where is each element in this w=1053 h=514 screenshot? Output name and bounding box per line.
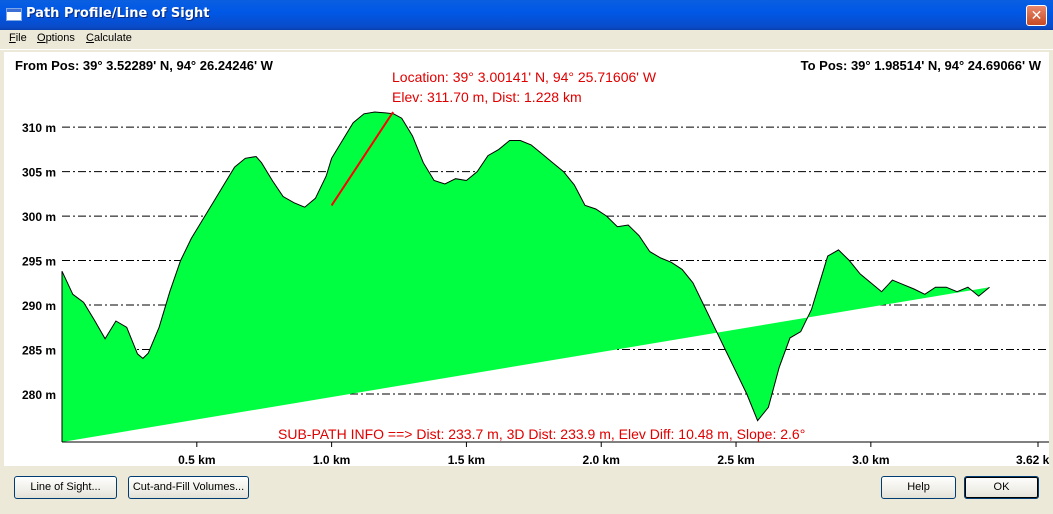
ok-button[interactable]: OK xyxy=(964,476,1039,499)
line-of-sight-button[interactable]: Line of Sight... xyxy=(14,476,117,499)
y-tick-label: 280 m xyxy=(22,388,56,402)
close-button[interactable]: ✕ xyxy=(1026,5,1047,26)
x-tick-label: 3.0 km xyxy=(852,453,889,466)
title-bar: Path Profile/Line of Sight ✕ xyxy=(0,0,1053,30)
terrain-area xyxy=(61,111,990,442)
profile-panel: From Pos: 39° 3.52289' N, 94° 26.24246' … xyxy=(4,52,1049,466)
x-tick-label: 2.5 km xyxy=(717,453,754,466)
x-axis-ticks: 0.5 km 1.0 km 1.5 km 2.0 km 2.5 km 3.0 km 3.62… xyxy=(178,442,1049,466)
button-bar: Line of Sight... Cut-and-Fill Volumes...… xyxy=(0,466,1053,514)
x-tick-label: 1.5 km xyxy=(448,453,485,466)
y-tick-label: 295 m xyxy=(22,255,56,269)
help-button[interactable]: Help xyxy=(881,476,956,499)
menu-file[interactable]: File xyxy=(9,32,27,44)
cut-and-fill-button[interactable]: Cut-and-Fill Volumes... xyxy=(128,476,249,499)
elevation-profile-chart[interactable]: 310 m 305 m 300 m 295 m 290 m 285 m 280 m 0.5 … xyxy=(4,52,1049,466)
y-tick-label: 290 m xyxy=(22,299,56,313)
y-tick-label: 300 m xyxy=(22,210,56,224)
menu-bar: File Options Calculate xyxy=(0,30,1053,50)
y-tick-label: 310 m xyxy=(22,121,56,135)
menu-options[interactable]: Options xyxy=(37,32,75,44)
y-axis-ticks: 310 m 305 m 300 m 295 m 290 m 285 m 280 m xyxy=(22,121,56,402)
x-tick-label: 1.0 km xyxy=(313,453,350,466)
location-readout: Location: 39° 3.00141' N, 94° 25.71606' … xyxy=(392,69,657,85)
window-title: Path Profile/Line of Sight xyxy=(26,6,210,21)
menu-calculate[interactable]: Calculate xyxy=(86,32,132,44)
x-tick-label: 2.0 km xyxy=(583,453,620,466)
x-tick-label: 0.5 km xyxy=(178,453,215,466)
y-tick-label: 305 m xyxy=(22,166,56,180)
elevation-readout: Elev: 311.70 m, Dist: 1.228 km xyxy=(392,89,582,105)
window-app-icon xyxy=(6,8,22,21)
x-tick-label: 3.62 km xyxy=(1016,453,1049,466)
sub-path-info: SUB-PATH INFO ==> Dist: 233.7 m, 3D Dist… xyxy=(278,426,805,442)
y-tick-label: 285 m xyxy=(22,343,56,357)
